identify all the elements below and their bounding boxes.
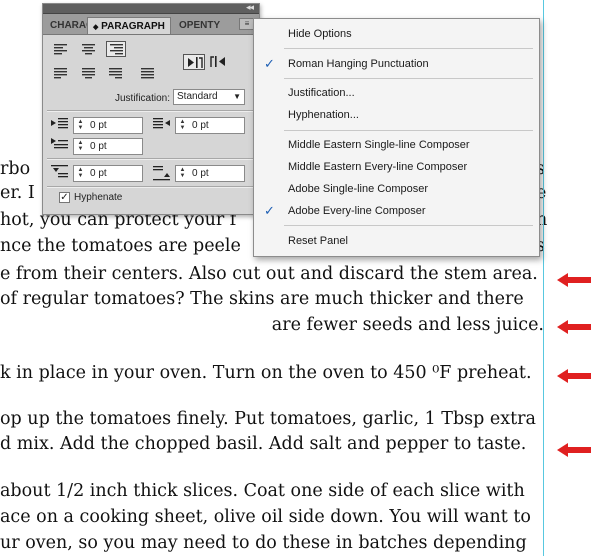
panel-divider [47, 158, 255, 160]
tab-paragraph-label: PARAGRAPH [101, 21, 165, 32]
text-line: k in place in your oven. Turn on the ove… [0, 363, 532, 383]
right-indent-value: 0 pt [192, 120, 209, 131]
panel-divider [47, 110, 255, 112]
chevron-down-icon: ▼ [233, 92, 241, 101]
justify-right-button[interactable] [106, 66, 126, 82]
menu-item-label: Hide Options [288, 28, 352, 40]
menu-separator [284, 48, 533, 49]
space-before-value: 0 pt [90, 168, 107, 179]
menu-item-label: Justification... [288, 87, 355, 99]
justify-left-button[interactable] [51, 66, 71, 82]
justification-label: Justification: [115, 93, 171, 104]
space-after-icon [153, 166, 170, 181]
stepper-icon[interactable]: ▲ ▼ [76, 140, 85, 152]
text-line: about 1/2 inch thick slices. Coat one si… [0, 481, 525, 501]
align-center-button[interactable] [79, 42, 99, 58]
justify-all-icon [141, 68, 154, 79]
panel-titlebar[interactable]: ◂◂ [43, 2, 259, 14]
panel-tabs: CHARAC ◆ PARAGRAPH OPENTY ≡ [43, 14, 259, 35]
right-indent-field[interactable]: ▲ ▼ 0 pt [175, 117, 245, 134]
menu-item-label: Adobe Every-line Composer [288, 205, 426, 217]
right-to-left-button[interactable] [207, 54, 229, 70]
left-indent-icon [51, 118, 68, 129]
text-line: nce the tomatoes are peele [0, 236, 241, 256]
text-line: rbo [0, 159, 31, 179]
align-center-icon [82, 44, 95, 55]
menu-item-adobe-every-line-composer[interactable]: ✓ Adobe Every-line Composer [254, 201, 539, 221]
panel-options-menu: Hide Options ✓ Roman Hanging Punctuation… [253, 18, 540, 257]
menu-item-label: Reset Panel [288, 235, 348, 247]
justify-center-icon [82, 68, 95, 79]
left-indent-value: 0 pt [90, 120, 107, 131]
collapse-icon[interactable]: ◂◂ [246, 2, 254, 13]
space-before-icon [51, 165, 68, 178]
justification-value: Standard [177, 91, 218, 102]
align-left-icon [54, 44, 67, 55]
arrow-left-icon [557, 443, 591, 457]
menu-item-label: Middle Eastern Single-line Composer [288, 139, 470, 151]
stepper-icon[interactable]: ▲ ▼ [178, 119, 187, 131]
menu-item-label: Adobe Single-line Composer [288, 183, 429, 195]
check-icon: ✓ [264, 203, 275, 218]
arrow-left-icon [557, 320, 591, 334]
menu-separator [284, 130, 533, 131]
justify-center-button[interactable] [79, 66, 99, 82]
text-line: ace on a cooking sheet, olive oil side d… [0, 507, 531, 527]
ltr-direction-icon [188, 57, 203, 68]
text-line: op up the tomatoes finely. Put tomatoes,… [0, 409, 536, 429]
right-indent-icon [153, 118, 170, 129]
text-line: ur oven, so you may need to do these in … [0, 533, 527, 553]
menu-item-me-every-line-composer[interactable]: Middle Eastern Every-line Composer [254, 157, 539, 177]
arrow-left-icon [557, 369, 591, 383]
align-right-icon [110, 44, 123, 55]
menu-item-me-single-line-composer[interactable]: Middle Eastern Single-line Composer [254, 135, 539, 155]
justify-right-icon [109, 68, 122, 79]
rtl-direction-icon [210, 56, 225, 67]
tab-arrows-icon: ◆ [93, 24, 99, 31]
justify-left-icon [54, 68, 67, 79]
menu-item-adobe-single-line-composer[interactable]: Adobe Single-line Composer [254, 179, 539, 199]
text-line: d mix. Add the chopped basil. Add salt a… [0, 434, 527, 454]
left-to-right-button[interactable] [183, 54, 205, 70]
first-line-indent-field[interactable]: ▲ ▼ 0 pt [73, 138, 143, 155]
stepper-icon[interactable]: ▲ ▼ [178, 167, 187, 179]
hyphenate-label: Hyphenate [74, 192, 123, 203]
align-right-button[interactable] [106, 41, 126, 57]
panel-divider [47, 186, 255, 188]
space-after-field[interactable]: ▲ ▼ 0 pt [175, 165, 245, 182]
menu-item-hyphenation[interactable]: Hyphenation... [254, 105, 539, 125]
menu-item-label: Hyphenation... [288, 109, 359, 121]
text-line: er. I [0, 183, 35, 203]
menu-item-reset-panel[interactable]: Reset Panel [254, 231, 539, 251]
menu-separator [284, 225, 533, 226]
first-line-indent-value: 0 pt [90, 141, 107, 152]
menu-item-roman-hanging-punctuation[interactable]: ✓ Roman Hanging Punctuation [254, 54, 539, 74]
tab-paragraph[interactable]: ◆ PARAGRAPH [87, 17, 171, 34]
first-line-indent-icon [51, 138, 68, 149]
check-icon: ✓ [264, 56, 275, 71]
stepper-icon[interactable]: ▲ ▼ [76, 119, 85, 131]
stepper-icon[interactable]: ▲ ▼ [76, 167, 85, 179]
menu-item-label: Roman Hanging Punctuation [288, 58, 429, 70]
align-left-button[interactable] [51, 42, 71, 58]
menu-item-justification[interactable]: Justification... [254, 83, 539, 103]
margin-guide [543, 0, 544, 556]
justify-all-button[interactable] [138, 66, 158, 82]
space-before-field[interactable]: ▲ ▼ 0 pt [73, 165, 143, 182]
menu-separator [284, 78, 533, 79]
left-indent-field[interactable]: ▲ ▼ 0 pt [73, 117, 143, 134]
arrow-left-icon [557, 273, 591, 287]
menu-item-label: Middle Eastern Every-line Composer [288, 161, 468, 173]
menu-item-hide-options[interactable]: Hide Options [254, 24, 539, 44]
text-line: e from their centers. Also cut out and d… [0, 264, 538, 284]
paragraph-panel: ◂◂ CHARAC ◆ PARAGRAPH OPENTY ≡ Justifica… [42, 2, 260, 215]
tab-opentype[interactable]: OPENTY [174, 17, 225, 34]
space-after-value: 0 pt [192, 168, 209, 179]
text-line: of regular tomatoes? The skins are much … [0, 289, 524, 309]
hyphenate-checkbox[interactable]: ✓ [59, 192, 70, 203]
justification-select[interactable]: Standard ▼ [173, 89, 245, 105]
text-line: are fewer seeds and less juice. [271, 315, 544, 335]
